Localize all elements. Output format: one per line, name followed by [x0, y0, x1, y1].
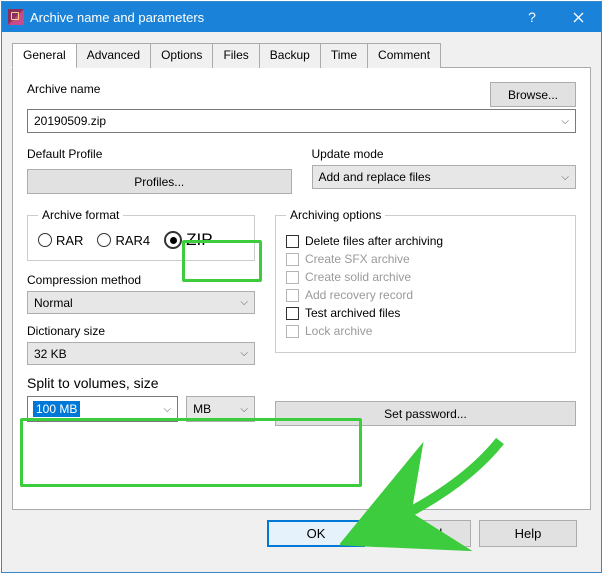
close-button[interactable]: [555, 2, 601, 32]
tab-panel: Archive name Browse... 20190509.zip ⌵ De…: [12, 68, 591, 510]
client-area: General Advanced Options Files Backup Ti…: [2, 32, 601, 572]
tab-general[interactable]: General: [12, 43, 77, 68]
help-button[interactable]: ?: [509, 2, 555, 32]
radio-icon: [38, 233, 52, 247]
chevron-down-icon: ⌵: [240, 297, 248, 308]
dialog-window: Archive name and parameters ? General Ad…: [1, 1, 602, 573]
update-mode-value: Add and replace files: [319, 170, 431, 184]
checkbox-icon: [286, 253, 299, 266]
split-unit-select[interactable]: MB ⌵: [186, 396, 255, 422]
compression-select[interactable]: Normal ⌵: [27, 291, 255, 314]
app-icon: [8, 9, 24, 25]
tab-time[interactable]: Time: [320, 43, 368, 68]
split-size-input[interactable]: 100 MB ⌵: [27, 396, 178, 422]
chevron-down-icon: ⌵: [561, 116, 569, 127]
dictionary-label: Dictionary size: [27, 324, 255, 338]
radio-icon: [164, 231, 182, 249]
check-test[interactable]: Test archived files: [286, 306, 565, 320]
tab-files[interactable]: Files: [212, 43, 259, 68]
checkbox-icon: [286, 325, 299, 338]
tab-backup[interactable]: Backup: [259, 43, 321, 68]
compression-label: Compression method: [27, 273, 255, 287]
radio-rar4[interactable]: RAR4: [97, 233, 150, 248]
titlebar: Archive name and parameters ?: [2, 2, 601, 32]
checkbox-icon: [286, 235, 299, 248]
tab-advanced[interactable]: Advanced: [76, 43, 151, 68]
split-size-value: 100 MB: [33, 401, 80, 417]
split-block: Split to volumes, size 100 MB ⌵ MB ⌵: [27, 375, 255, 422]
archiving-options-group: Archiving options Delete files after arc…: [275, 208, 576, 353]
default-profile-label: Default Profile: [27, 147, 292, 161]
window-title: Archive name and parameters: [30, 10, 509, 25]
profiles-button[interactable]: Profiles...: [27, 169, 292, 194]
radio-zip[interactable]: ZIP: [164, 230, 212, 250]
radio-rar[interactable]: RAR: [38, 233, 83, 248]
split-label: Split to volumes, size: [27, 375, 255, 391]
check-lock: Lock archive: [286, 324, 565, 338]
check-solid: Create solid archive: [286, 270, 565, 284]
checkbox-icon: [286, 307, 299, 320]
ok-button[interactable]: OK: [267, 520, 365, 547]
archiving-options-legend: Archiving options: [286, 208, 385, 222]
checkbox-icon: [286, 271, 299, 284]
archive-format-group: Archive format RAR RAR4: [27, 208, 255, 261]
chevron-down-icon: ⌵: [561, 172, 569, 183]
tab-options[interactable]: Options: [150, 43, 213, 68]
update-mode-select[interactable]: Add and replace files ⌵: [312, 165, 577, 189]
dialog-buttons: OK Cancel Help: [12, 510, 591, 557]
cancel-button[interactable]: Cancel: [373, 520, 471, 547]
radio-icon: [97, 233, 111, 247]
check-sfx: Create SFX archive: [286, 252, 565, 266]
browse-button[interactable]: Browse...: [490, 82, 576, 107]
set-password-button[interactable]: Set password...: [275, 401, 576, 426]
chevron-down-icon: ⌵: [240, 348, 248, 359]
checkbox-icon: [286, 289, 299, 302]
check-delete-files[interactable]: Delete files after archiving: [286, 234, 565, 248]
chevron-down-icon: ⌵: [164, 404, 172, 415]
chevron-down-icon: ⌵: [240, 404, 248, 415]
tabs: General Advanced Options Files Backup Ti…: [12, 42, 591, 68]
help-button-footer[interactable]: Help: [479, 520, 577, 547]
archive-name-input[interactable]: 20190509.zip ⌵: [27, 109, 576, 133]
check-recovery: Add recovery record: [286, 288, 565, 302]
close-icon: [573, 12, 584, 23]
dictionary-select[interactable]: 32 KB ⌵: [27, 342, 255, 365]
update-mode-label: Update mode: [312, 147, 577, 161]
archive-name-label: Archive name: [27, 82, 480, 96]
tab-comment[interactable]: Comment: [367, 43, 441, 68]
archive-name-value: 20190509.zip: [34, 114, 106, 128]
archive-format-legend: Archive format: [38, 208, 123, 222]
